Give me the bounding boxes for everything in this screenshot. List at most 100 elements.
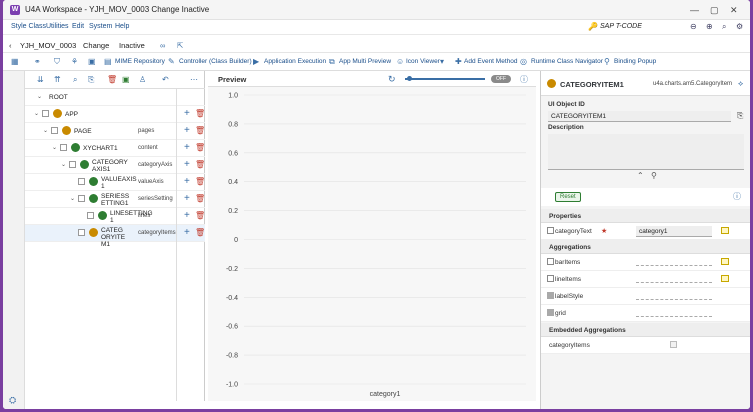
external-link-icon[interactable]: ⇱ <box>177 41 183 50</box>
menu-utilities[interactable]: Utilities <box>46 23 69 30</box>
tree-checkbox[interactable] <box>69 161 76 168</box>
settings-icon[interactable]: ⚙ <box>736 22 743 31</box>
tree-checkbox[interactable] <box>51 127 58 134</box>
delete-icon[interactable]: 🗑 <box>195 228 205 237</box>
binding-popup-button[interactable]: Binding Popup <box>614 58 656 65</box>
pin-icon[interactable]: ⚲ <box>651 171 657 180</box>
zoom-slider[interactable] <box>405 78 485 80</box>
refresh-icon[interactable]: ↻ <box>388 74 396 85</box>
link-icon[interactable]: ⚭ <box>34 57 41 66</box>
binding-icon[interactable] <box>721 258 729 265</box>
chevron-down-icon[interactable]: ▾ <box>440 57 444 66</box>
chevron-down-icon[interactable]: ⌄ <box>70 195 75 202</box>
aggregation-field[interactable] <box>636 316 712 317</box>
zoom-out-icon[interactable]: ⊖ <box>690 22 697 31</box>
zoom-in-icon[interactable]: ⊕ <box>706 22 713 31</box>
more-icon[interactable]: ⋯ <box>190 75 198 84</box>
ui-object-id-field[interactable]: CATEGORYITEM1 <box>548 111 731 122</box>
runtime-class-navigator-button[interactable]: Runtime Class Navigator <box>531 58 603 65</box>
tree-row[interactable]: ⌄ PAGE pages + 🗑 <box>25 123 205 140</box>
tree-checkbox[interactable] <box>78 178 85 185</box>
copy-icon[interactable]: ⎘ <box>88 75 94 85</box>
add-icon[interactable]: + <box>184 142 190 153</box>
menu-help[interactable]: Help <box>115 23 129 30</box>
controller-button[interactable]: Controller (Class Builder) <box>179 58 252 65</box>
delete-icon[interactable]: 🗑 <box>195 109 205 118</box>
menu-edit[interactable]: Edit <box>72 23 84 30</box>
app-execution-button[interactable]: Application Execution <box>264 58 326 65</box>
navigate-icon[interactable]: ⟡ <box>738 79 743 89</box>
embedded-checkbox[interactable] <box>670 341 677 348</box>
delete-icon[interactable]: 🗑 <box>195 194 205 203</box>
chevron-down-icon[interactable]: ⌄ <box>43 127 48 134</box>
back-icon[interactable]: ‹ <box>9 41 12 50</box>
person-icon[interactable]: ♙ <box>139 75 146 84</box>
collapse-icon[interactable]: ⌃ <box>637 171 644 180</box>
binding-icon[interactable] <box>721 275 729 282</box>
add-icon[interactable]: + <box>184 125 190 136</box>
category-text-input[interactable]: category1 <box>636 226 712 237</box>
tree-row[interactable]: ⌄ CATEGORY AXIS1 categoryAxis + 🗑 <box>25 157 205 174</box>
tree-icon[interactable]: ⚘ <box>71 57 78 66</box>
delete-icon[interactable]: 🗑 <box>195 160 205 169</box>
tree-checkbox[interactable] <box>42 110 49 117</box>
maximize-icon[interactable]: ▢ <box>710 5 719 16</box>
layout-icon[interactable]: ▦ <box>11 57 19 66</box>
tree-row[interactable]: VALUEAXIS 1 valueAxis + 🗑 <box>25 174 205 191</box>
add-icon[interactable]: + <box>184 176 190 187</box>
search-icon[interactable]: ⌕ <box>722 22 726 32</box>
delete-icon[interactable]: 🗑 <box>195 211 205 220</box>
find-icon[interactable]: ⌕ <box>73 75 77 85</box>
menu-style-class[interactable]: Style Class <box>11 23 46 30</box>
delete-icon[interactable]: 🗑 <box>195 126 205 135</box>
binding-icon[interactable] <box>721 227 729 234</box>
tree-checkbox[interactable] <box>60 144 67 151</box>
sidebar-settings-icon[interactable]: ⛭ <box>9 395 16 406</box>
tree-row[interactable]: ⌄ SERIESS ETTING1 seriesSetting + 🗑 <box>25 191 205 208</box>
delete-icon[interactable]: 🗑 <box>195 143 205 152</box>
help-icon[interactable]: ⓘ <box>733 191 741 202</box>
delete-icon[interactable]: 🗑 <box>107 75 117 84</box>
app-multi-preview-button[interactable]: App Multi Preview <box>339 58 391 65</box>
chevron-down-icon[interactable]: ⌄ <box>37 93 42 100</box>
add-icon[interactable]: + <box>184 227 190 238</box>
tree-row[interactable]: ⌄ APP + 🗑 <box>25 106 205 123</box>
sap-tcode-label[interactable]: SAP T-CODE <box>600 23 642 30</box>
tree-checkbox[interactable] <box>87 212 94 219</box>
add-event-method-button[interactable]: Add Event Method <box>464 58 517 65</box>
binoculars-icon[interactable]: ∞ <box>160 41 165 50</box>
chevron-down-icon[interactable]: ⌄ <box>34 110 39 117</box>
menu-system[interactable]: System <box>89 23 112 30</box>
aggregation-field[interactable] <box>636 299 712 300</box>
undo-icon[interactable]: ↶ <box>162 75 169 84</box>
paste-icon[interactable]: ▣ <box>122 75 130 84</box>
save-icon[interactable]: ▣ <box>88 57 96 66</box>
chevron-down-icon[interactable]: ⌄ <box>52 144 57 151</box>
add-icon[interactable]: + <box>184 210 190 221</box>
aggregation-field[interactable] <box>636 282 712 283</box>
icon-viewer-button[interactable]: Icon Viewer <box>406 58 440 65</box>
tree-checkbox[interactable] <box>78 195 85 202</box>
shield-icon[interactable]: ⛉ <box>54 57 60 67</box>
description-field[interactable] <box>548 134 744 170</box>
tree-row[interactable]: CATEG ORYITE M1 categoryItems + 🗑 <box>25 225 205 248</box>
mime-repository-button[interactable]: MIME Repository <box>115 58 165 65</box>
aggregation-field[interactable] <box>636 265 712 266</box>
tree-row-root[interactable]: ⌄ ROOT <box>25 89 205 106</box>
add-icon[interactable]: + <box>184 108 190 119</box>
minimize-icon[interactable]: — <box>690 5 699 15</box>
add-icon[interactable]: + <box>184 159 190 170</box>
delete-icon[interactable]: 🗑 <box>195 177 205 186</box>
collapse-all-icon[interactable]: ⇈ <box>54 75 61 84</box>
chevron-down-icon[interactable]: ⌄ <box>61 161 66 168</box>
preview-toggle[interactable]: OFF <box>491 75 511 83</box>
expand-all-icon[interactable]: ⇊ <box>37 75 44 84</box>
help-icon[interactable]: ⓘ <box>520 74 528 85</box>
add-icon[interactable]: + <box>184 193 190 204</box>
reset-button[interactable]: Reset <box>555 192 581 202</box>
tree-row[interactable]: LINESETTING 1 lines + 🗑 <box>25 208 205 225</box>
tree-row[interactable]: ⌄ XYCHART1 content + 🗑 <box>25 140 205 157</box>
slider-handle[interactable] <box>407 76 412 81</box>
tree-checkbox[interactable] <box>78 229 85 236</box>
copy-icon[interactable]: ⎘ <box>737 111 743 121</box>
